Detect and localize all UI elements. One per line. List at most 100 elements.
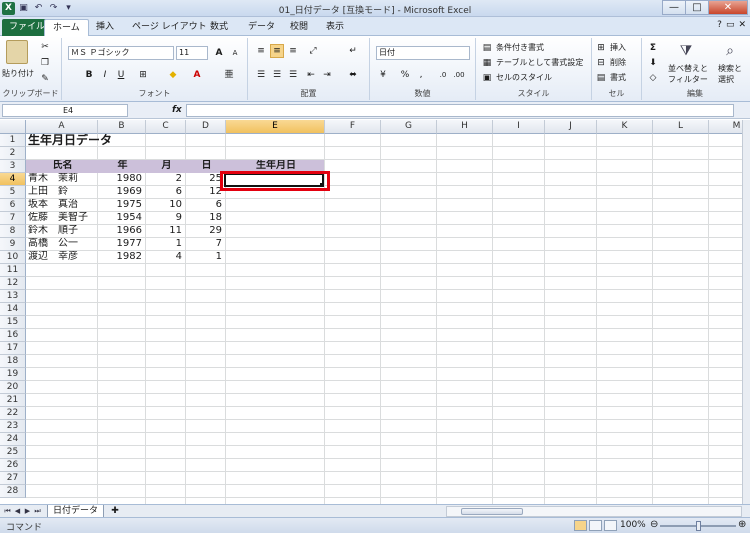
font-color-icon[interactable]: A (190, 68, 204, 82)
align-bottom-icon[interactable]: ≡ (286, 44, 300, 58)
close-button[interactable]: ✕ (708, 0, 748, 15)
row-header[interactable]: 6 (0, 199, 26, 212)
underline-button[interactable]: U (114, 68, 128, 82)
horizontal-scrollbar[interactable] (446, 506, 742, 517)
normal-view-icon[interactable] (574, 520, 587, 531)
insert-cells-button[interactable]: 挿入 (610, 42, 626, 53)
page-layout-view-icon[interactable] (589, 520, 602, 531)
bold-button[interactable]: B (82, 68, 96, 82)
paste-icon[interactable] (6, 40, 28, 64)
worksheet-grid[interactable]: ABCDEFGHIJKLM 1 2 3 4 5 6 7 8 9 10 11 12 13 14 15 16 17 1… (0, 120, 742, 504)
merge-center-icon[interactable]: ⬌ (346, 68, 360, 82)
tab-formulas[interactable]: 数式 (202, 19, 236, 36)
column-header-h[interactable]: H (437, 120, 493, 134)
decrease-decimal-icon[interactable]: .00 (452, 68, 466, 82)
row-header[interactable]: 15 (0, 316, 26, 329)
row-header[interactable]: 14 (0, 303, 26, 316)
zoom-slider-thumb[interactable] (696, 521, 701, 531)
decrease-indent-icon[interactable]: ⇤ (304, 68, 318, 82)
row-header[interactable]: 17 (0, 342, 26, 355)
row-header[interactable]: 28 (0, 485, 26, 498)
find-label[interactable]: 検索と (718, 63, 742, 74)
column-header-b[interactable]: B (98, 120, 146, 134)
row-header[interactable]: 27 (0, 472, 26, 485)
row-header[interactable]: 13 (0, 290, 26, 303)
row-header[interactable]: 19 (0, 368, 26, 381)
sort-filter-icon[interactable]: ⧩ (676, 41, 696, 61)
copy-icon[interactable]: ❐ (38, 56, 52, 70)
tab-data[interactable]: データ (240, 19, 283, 36)
conditional-format-button[interactable]: 条件付き書式 (496, 42, 544, 53)
wrap-text-icon[interactable]: ↵ (346, 44, 360, 58)
tab-home[interactable]: ホーム (44, 19, 89, 36)
select-label[interactable]: 選択 (718, 74, 734, 85)
fill-color-icon[interactable]: ◆ (166, 68, 180, 82)
zoom-out-icon[interactable]: ⊖ (650, 519, 658, 530)
vertical-scrollbar[interactable] (742, 120, 750, 504)
last-sheet-icon[interactable]: ⏭ (33, 506, 42, 516)
autosum-icon[interactable]: Σ (646, 41, 660, 55)
tab-review[interactable]: 校閲 (282, 19, 316, 36)
workbook-close-icon[interactable]: ✕ (738, 20, 746, 30)
number-format-select[interactable]: 日付 (376, 46, 470, 60)
format-as-table-button[interactable]: テーブルとして書式設定 (496, 57, 583, 68)
paste-button[interactable]: 貼り付け (2, 68, 34, 79)
page-break-view-icon[interactable] (604, 520, 617, 531)
row-header[interactable]: 7 (0, 212, 26, 225)
column-header-j[interactable]: J (545, 120, 597, 134)
cell-styles-button[interactable]: セルのスタイル (496, 72, 552, 83)
column-header-m[interactable]: M (709, 120, 742, 134)
orientation-icon[interactable]: ⤢ (306, 44, 320, 58)
column-header-e[interactable]: E (226, 120, 325, 134)
row-header[interactable]: 1 (0, 134, 26, 147)
italic-button[interactable]: I (98, 68, 112, 82)
zoom-in-icon[interactable]: ⊕ (738, 519, 746, 530)
row-header[interactable]: 3 (0, 160, 26, 173)
sort-filter-label[interactable]: 並べ替えと (668, 63, 708, 74)
prev-sheet-icon[interactable]: ◀ (13, 506, 22, 516)
row-header[interactable]: 2 (0, 147, 26, 160)
column-header-f[interactable]: F (325, 120, 381, 134)
column-header-i[interactable]: I (493, 120, 545, 134)
help-icon[interactable]: ? (717, 20, 722, 30)
comma-button[interactable]: , (414, 68, 428, 82)
font-size-select[interactable]: 11 (176, 46, 208, 60)
row-header[interactable]: 5 (0, 186, 26, 199)
column-header-k[interactable]: K (597, 120, 653, 134)
font-name-select[interactable]: ＭＳ Ｐゴシック (68, 46, 174, 60)
currency-icon[interactable]: ¥ (376, 68, 390, 82)
ribbon-minimize-icon[interactable]: ▭ (726, 20, 735, 30)
row-header[interactable]: 23 (0, 420, 26, 433)
align-right-icon[interactable]: ☰ (286, 68, 300, 82)
find-select-icon[interactable]: ⌕ (720, 41, 740, 61)
format-cells-button[interactable]: 書式 (610, 72, 626, 83)
cut-icon[interactable]: ✂ (38, 40, 52, 54)
insert-function-button[interactable]: fx (172, 105, 182, 115)
horizontal-scroll-thumb[interactable] (461, 508, 523, 515)
align-middle-icon[interactable]: ≡ (270, 44, 284, 58)
tab-insert[interactable]: 挿入 (88, 19, 122, 36)
align-top-icon[interactable]: ≡ (254, 44, 268, 58)
column-header-g[interactable]: G (381, 120, 437, 134)
row-header[interactable]: 20 (0, 381, 26, 394)
grow-font-button[interactable]: A (212, 46, 226, 60)
phonetic-icon[interactable]: 亜 (222, 68, 236, 82)
filter-label[interactable]: フィルター (668, 74, 708, 85)
zoom-level[interactable]: 100% (620, 520, 646, 530)
align-center-icon[interactable]: ☰ (270, 68, 284, 82)
borders-icon[interactable]: ⊞ (136, 68, 150, 82)
column-header-a[interactable]: A (26, 120, 98, 134)
first-sheet-icon[interactable]: ⏮ (3, 506, 12, 516)
increase-indent-icon[interactable]: ⇥ (320, 68, 334, 82)
percent-button[interactable]: % (398, 68, 412, 82)
maximize-button[interactable]: □ (685, 0, 709, 15)
align-left-icon[interactable]: ☰ (254, 68, 268, 82)
row-header[interactable]: 18 (0, 355, 26, 368)
row-header[interactable]: 24 (0, 433, 26, 446)
name-box[interactable]: E4 (2, 104, 128, 117)
row-header[interactable]: 4 (0, 173, 26, 186)
row-header[interactable]: 12 (0, 277, 26, 290)
row-header[interactable]: 8 (0, 225, 26, 238)
row-header[interactable]: 21 (0, 394, 26, 407)
row-header[interactable]: 16 (0, 329, 26, 342)
